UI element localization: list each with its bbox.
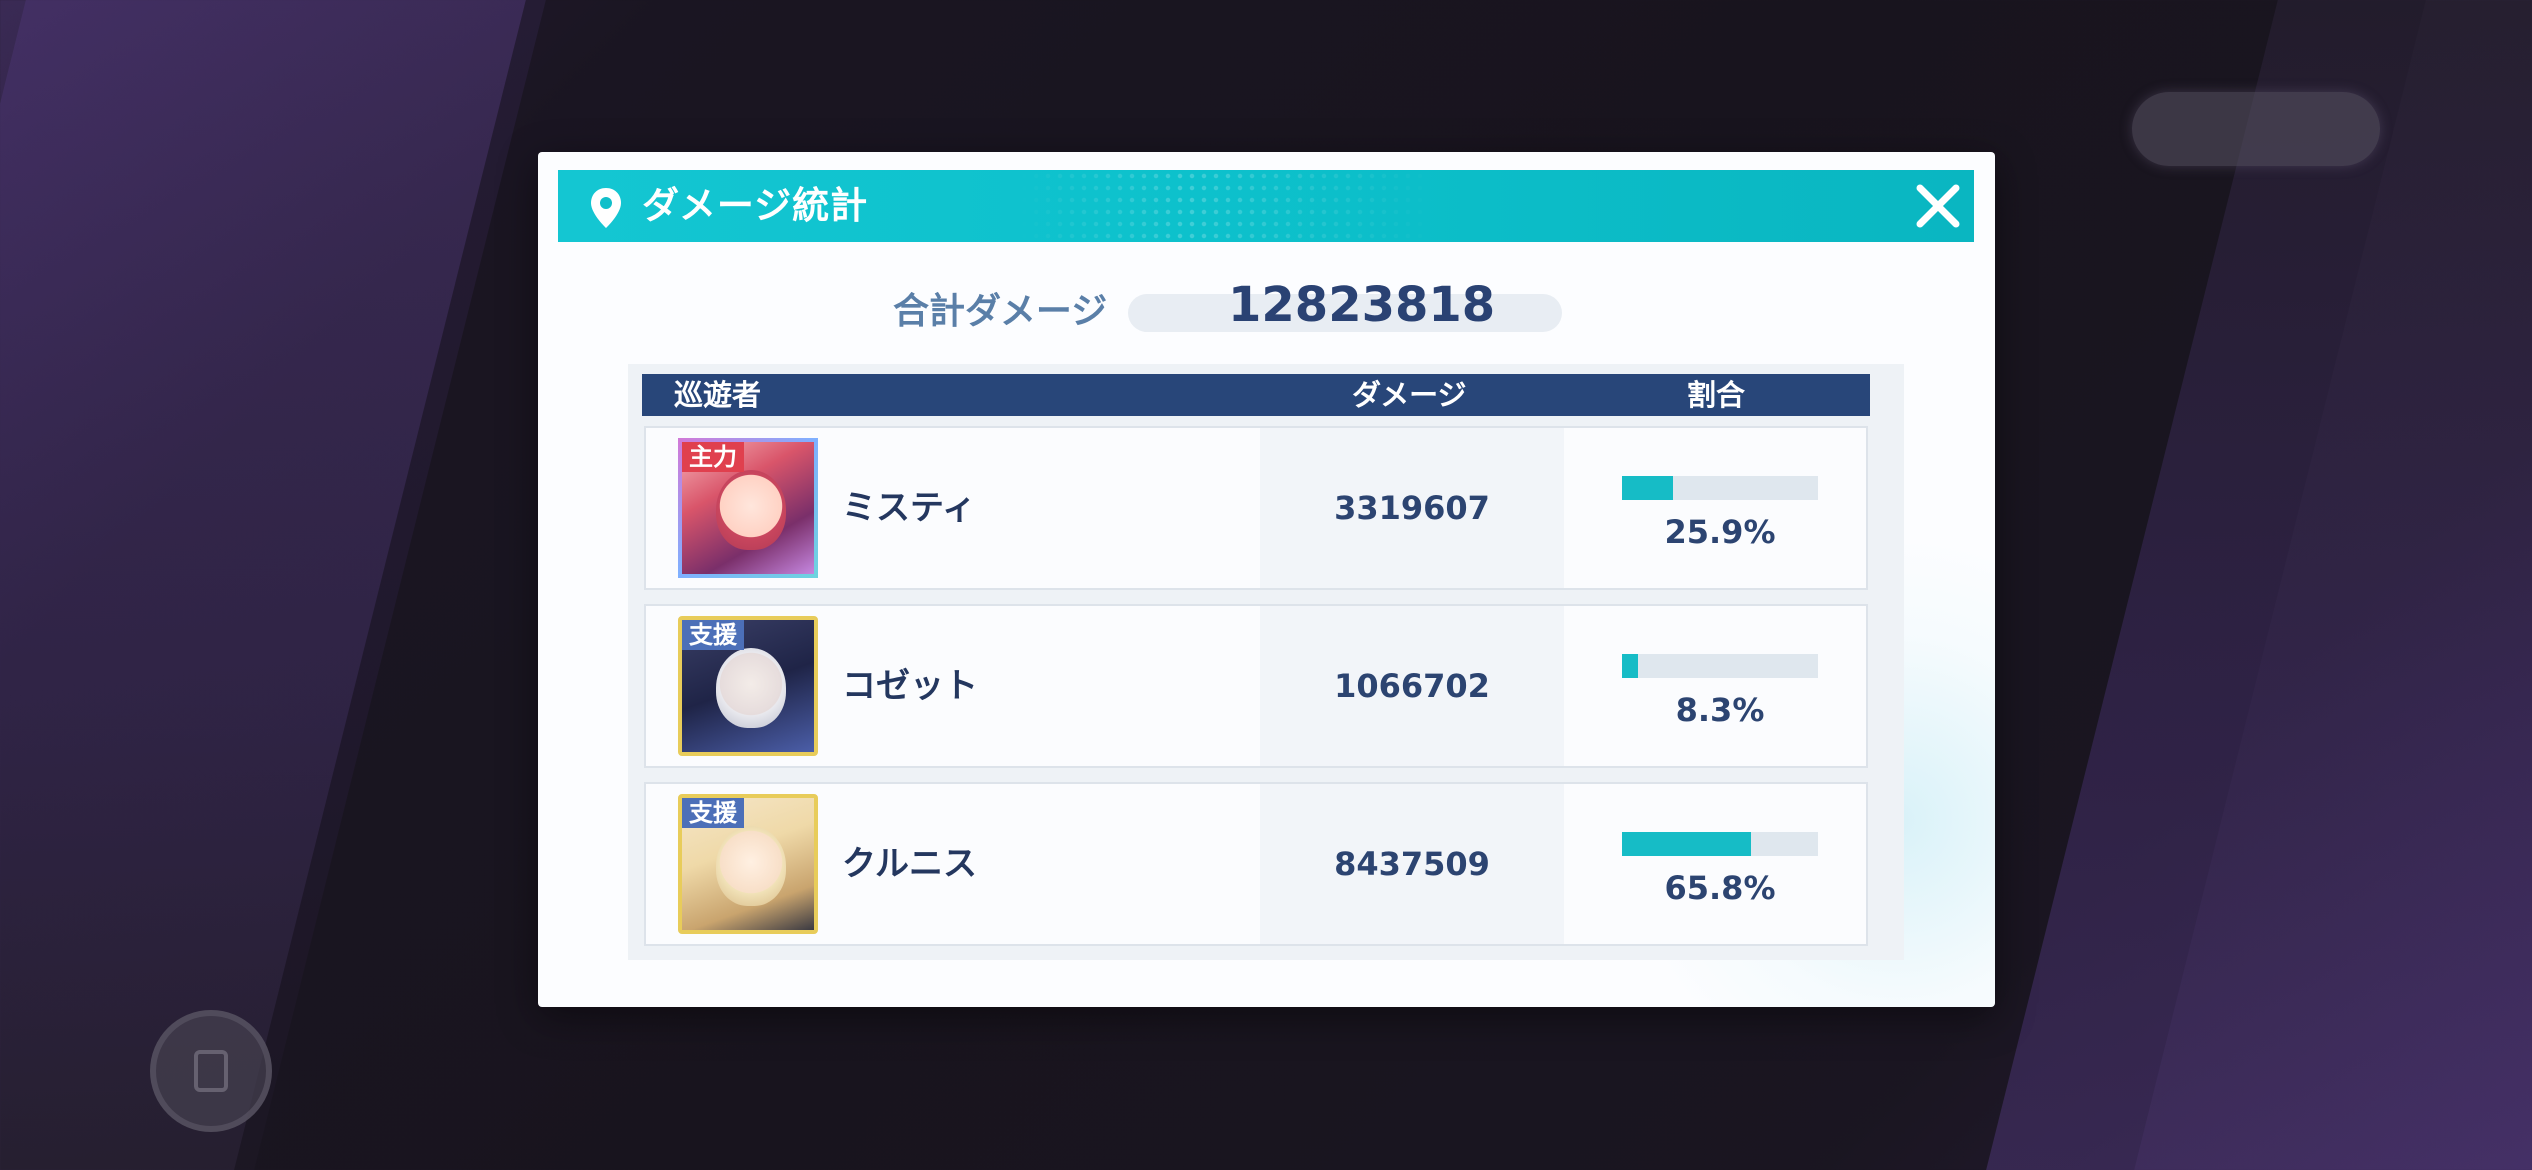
damage-table: 巡遊者 ダメージ 割合 主力 ミスティ 3319607 25.9% 支援 コゼッ… <box>628 364 1904 960</box>
dialog-title: ダメージ統計 <box>642 184 869 227</box>
column-header-damage: ダメージ <box>1352 378 1467 412</box>
table-row: 支援 クルニス 8437509 65.8% <box>644 782 1868 946</box>
avatar-portrait <box>716 648 786 728</box>
ratio-bar-fill <box>1622 832 1751 856</box>
ratio-percent: 8.3% <box>1675 691 1765 729</box>
damage-value: 8437509 <box>1334 845 1490 883</box>
character-name: コゼット <box>842 666 978 706</box>
role-tag: 支援 <box>682 620 744 650</box>
ratio-bar <box>1622 654 1818 678</box>
role-tag: 支援 <box>682 798 744 828</box>
close-icon[interactable] <box>1912 180 1964 232</box>
avatar-portrait <box>716 826 786 906</box>
character-avatar: 主力 <box>678 438 818 578</box>
column-header-name: 巡遊者 <box>674 378 762 412</box>
table-header: 巡遊者 ダメージ 割合 <box>642 374 1870 416</box>
ratio-bar-fill <box>1622 476 1673 500</box>
ratio-percent: 65.8% <box>1664 869 1776 907</box>
damage-stats-dialog: ダメージ統計 合計ダメージ 12823818 巡遊者 ダメージ 割合 主力 ミス… <box>538 152 1995 1007</box>
ratio-bar <box>1622 832 1818 856</box>
damage-value: 3319607 <box>1334 489 1490 527</box>
location-pin-icon <box>591 188 621 228</box>
table-row: 支援 コゼット 1066702 8.3% <box>644 604 1868 768</box>
total-damage-value: 12823818 <box>1228 277 1496 333</box>
table-row: 主力 ミスティ 3319607 25.9% <box>644 426 1868 590</box>
ratio-percent: 25.9% <box>1664 513 1776 551</box>
column-header-ratio: 割合 <box>1687 378 1746 412</box>
total-damage-label: 合計ダメージ <box>893 291 1108 332</box>
character-name: ミスティ <box>842 488 976 528</box>
title-bar-pattern <box>1018 170 1438 242</box>
role-tag: 主力 <box>682 442 744 472</box>
avatar-portrait <box>716 470 786 550</box>
background-button-blurred <box>2132 92 2380 166</box>
character-name: クルニス <box>842 844 977 884</box>
ratio-bar-fill <box>1622 654 1639 678</box>
dialog-title-bar: ダメージ統計 <box>558 170 1974 242</box>
ratio-bar <box>1622 476 1818 500</box>
damage-value: 1066702 <box>1334 667 1490 705</box>
character-avatar: 支援 <box>678 616 818 756</box>
character-avatar: 支援 <box>678 794 818 934</box>
background-circle-button-blurred <box>150 1010 272 1132</box>
